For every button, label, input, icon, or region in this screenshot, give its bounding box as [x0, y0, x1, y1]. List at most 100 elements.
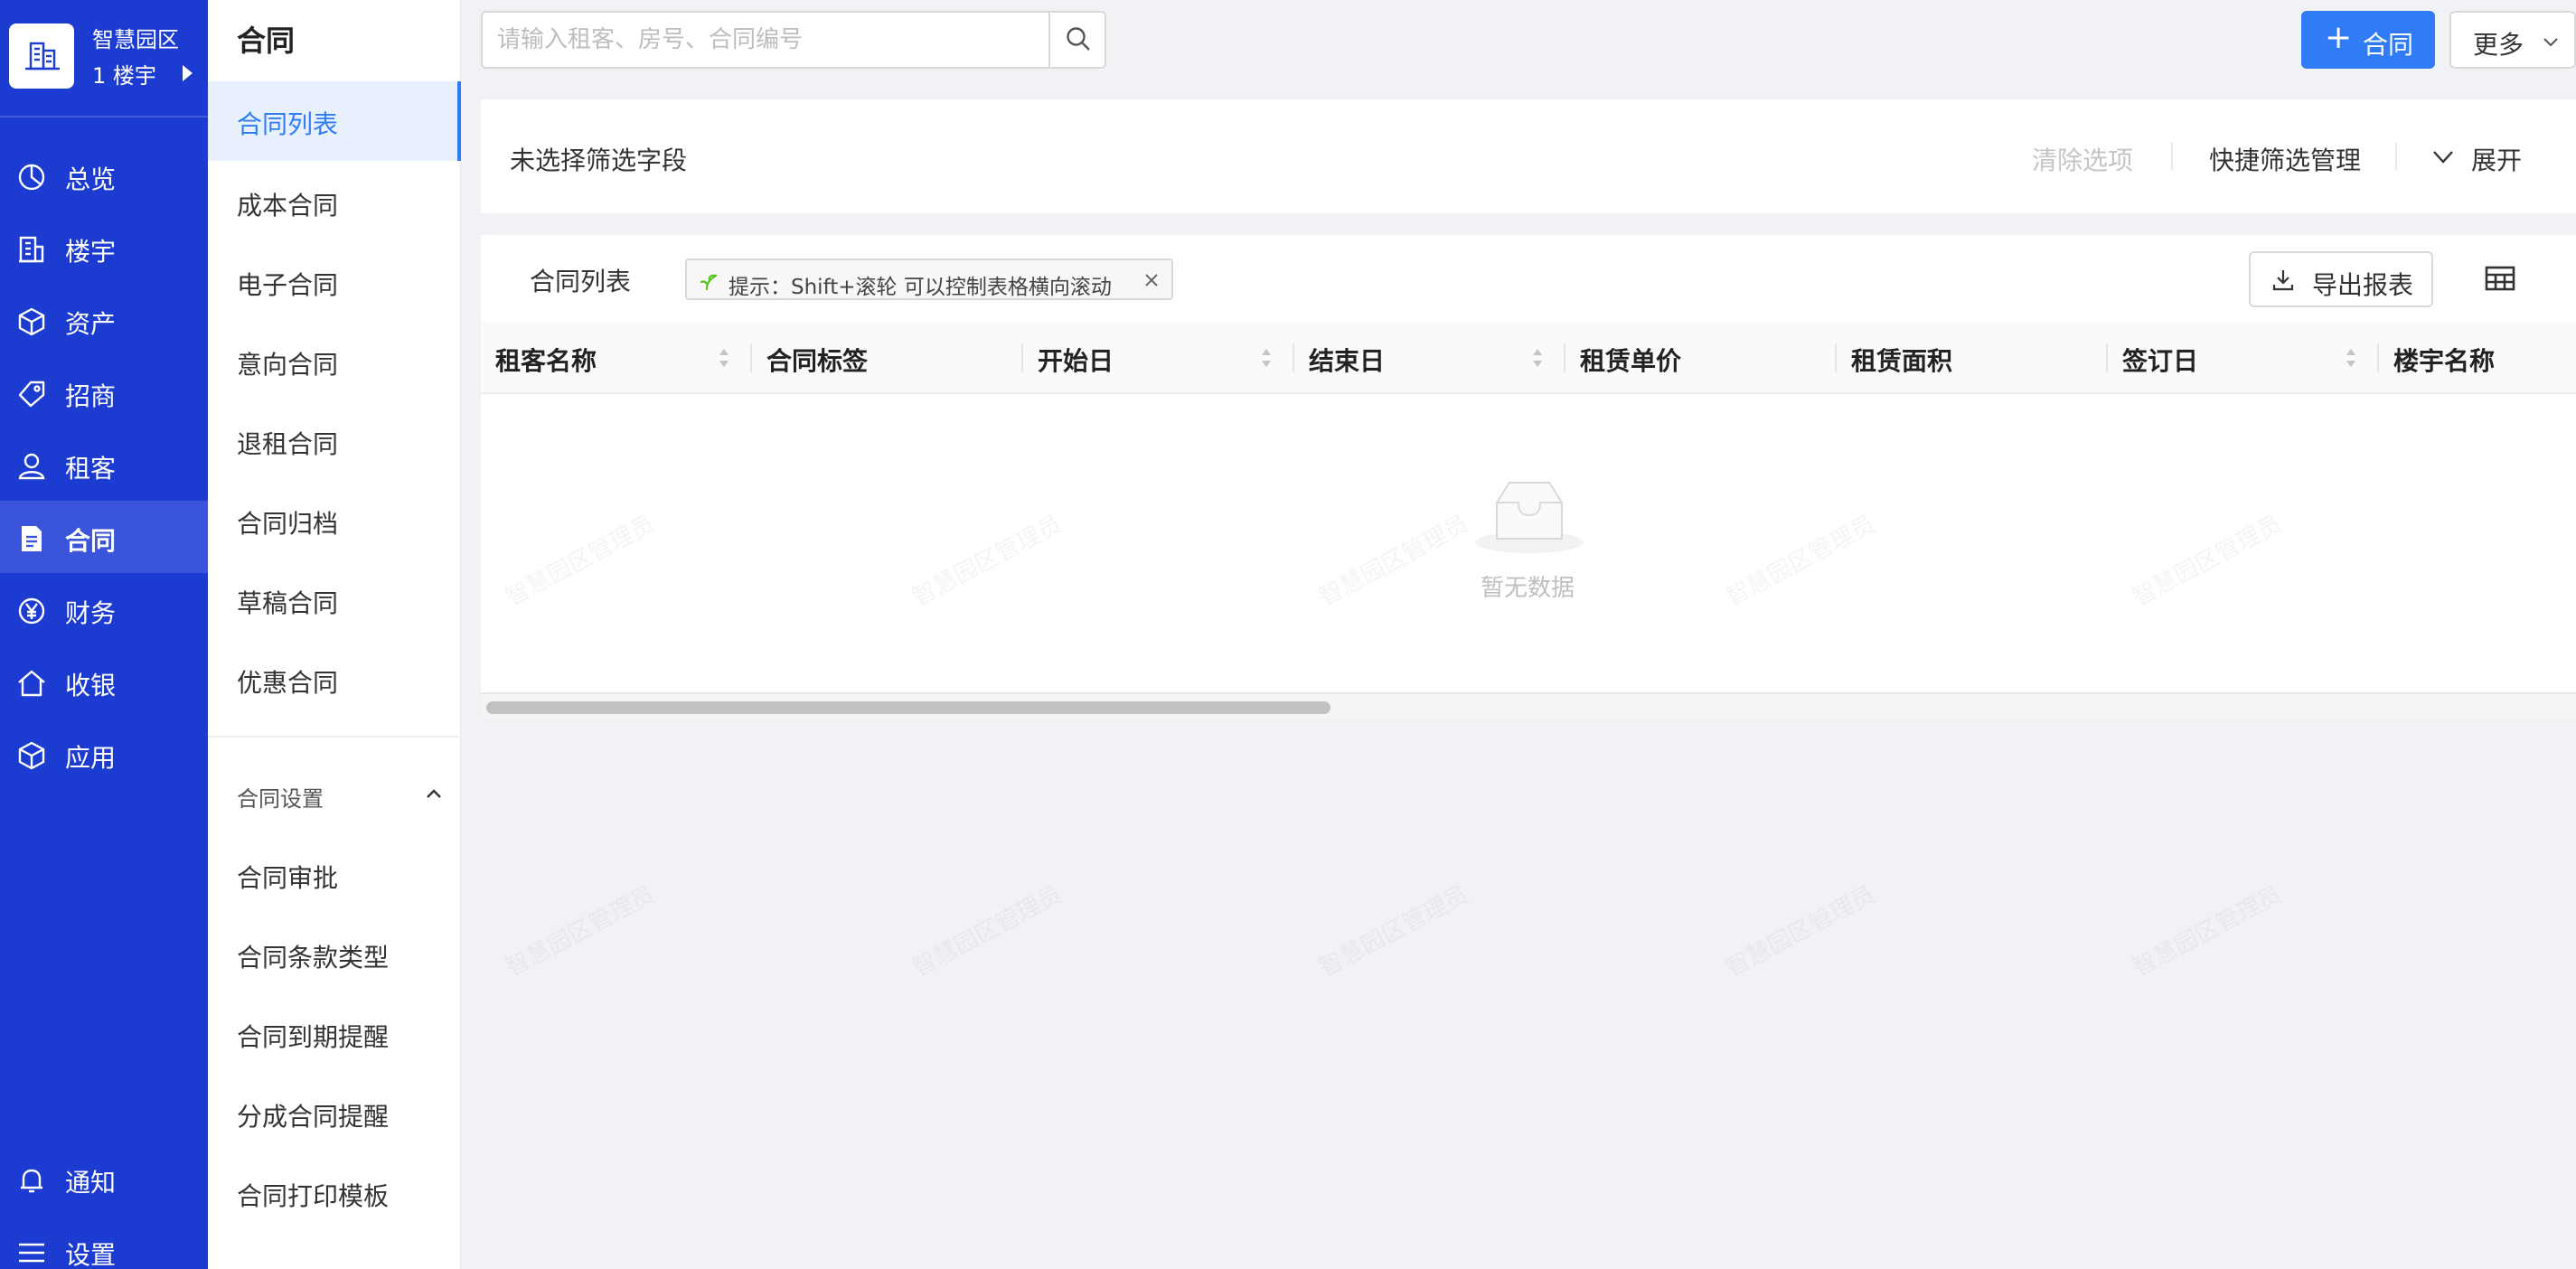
box-icon — [16, 306, 47, 337]
submenu-item-intent-contract[interactable]: 意向合同 — [208, 322, 461, 401]
nav-label: 财务 — [65, 598, 117, 628]
submenu-label: 分成合同提醒 — [237, 1102, 390, 1132]
export-report-button[interactable]: 导出报表 — [2249, 251, 2433, 307]
sort-icon[interactable] — [2345, 345, 2357, 371]
search-input[interactable] — [483, 13, 1050, 67]
submenu-item-contract-archive[interactable]: 合同归档 — [208, 481, 461, 560]
caret-right-icon — [183, 65, 193, 81]
chevron-down-icon[interactable] — [2431, 148, 2455, 170]
tip-text: 提示：Shift+滚轮 可以控制表格横向滚动 — [729, 276, 1112, 299]
submenu-label: 意向合同 — [237, 350, 339, 380]
column-header-building-name[interactable]: 楼宇名称 — [2379, 322, 2576, 394]
column-label: 合同标签 — [766, 346, 869, 376]
nav-item-assets[interactable]: 资产 — [0, 284, 208, 356]
submenu-divider — [208, 736, 461, 738]
column-label: 签订日 — [2122, 346, 2199, 376]
filter-bar: 未选择筛选字段 清除选项 快捷筛选管理 展开 — [481, 99, 2576, 213]
chevron-up-icon[interactable] — [423, 783, 445, 804]
filter-empty-text: 未选择筛选字段 — [510, 146, 688, 175]
nav-label: 总览 — [65, 164, 117, 194]
add-contract-button[interactable]: + 合同 — [2301, 11, 2435, 69]
submenu-label: 成本合同 — [237, 191, 339, 221]
more-label: 更多 — [2473, 30, 2524, 60]
brand-switcher[interactable]: 智慧园区 1 楼宇 — [0, 0, 208, 118]
submenu-item-revenue-share-reminder[interactable]: 分成合同提醒 — [208, 1074, 461, 1153]
submenu-group-title[interactable]: 合同设置 — [237, 781, 324, 813]
nav-item-contracts[interactable]: 合同 — [0, 501, 208, 573]
search-box — [481, 11, 1106, 69]
column-header-sign-date[interactable]: 签订日 — [2108, 322, 2379, 394]
column-header-unit-price[interactable]: 租赁单价 — [1565, 322, 1837, 394]
tag-icon — [16, 379, 47, 409]
main-nav: 智慧园区 1 楼宇 总览 楼宇 资产 招商 租客 合同 财务 收银 应用 通知 — [0, 0, 208, 1269]
column-header-end-date[interactable]: 结束日 — [1294, 322, 1565, 394]
nav-item-notifications[interactable]: 通知 — [0, 1142, 208, 1215]
plus-icon: + — [2325, 19, 2353, 56]
column-header-contract-tag[interactable]: 合同标签 — [752, 322, 1023, 394]
watermark: 智慧园区管理员 — [1721, 880, 1880, 982]
submenu-item-expiry-reminder[interactable]: 合同到期提醒 — [208, 994, 461, 1074]
nav-item-finance[interactable]: 财务 — [0, 573, 208, 645]
submenu-label: 合同审批 — [237, 863, 339, 893]
submenu-item-discount-contract[interactable]: 优惠合同 — [208, 640, 461, 719]
expand-filter-button[interactable]: 展开 — [2471, 141, 2522, 177]
submenu-item-contract-approval[interactable]: 合同审批 — [208, 835, 461, 915]
building-icon — [16, 234, 47, 265]
sort-icon[interactable] — [1260, 345, 1273, 371]
horizontal-scrollbar[interactable] — [481, 692, 2576, 719]
bell-icon — [16, 1165, 47, 1196]
menu-icon — [16, 1237, 47, 1268]
submenu-label: 合同条款类型 — [237, 943, 390, 973]
nav-label: 收银 — [65, 671, 117, 700]
sort-icon[interactable] — [718, 345, 730, 371]
empty-state-text: 暂无数据 — [1481, 575, 1575, 602]
building-name: 1 楼宇 — [92, 63, 156, 89]
submenu-item-cost-contract[interactable]: 成本合同 — [208, 163, 461, 242]
nav-label: 租客 — [65, 454, 117, 484]
column-label: 租赁单价 — [1580, 346, 1682, 376]
submenu-item-print-template[interactable]: 合同打印模板 — [208, 1153, 461, 1233]
scroll-tip-banner: 提示：Shift+滚轮 可以控制表格横向滚动 — [685, 258, 1173, 300]
sort-icon[interactable] — [1531, 345, 1544, 371]
nav-item-leasing[interactable]: 招商 — [0, 356, 208, 428]
column-header-start-date[interactable]: 开始日 — [1023, 322, 1294, 394]
submenu-item-draft-contract[interactable]: 草稿合同 — [208, 560, 461, 640]
submenu-title: 合同 — [237, 24, 296, 58]
submenu-item-e-contract[interactable]: 电子合同 — [208, 242, 461, 322]
yen-icon — [16, 596, 47, 626]
quick-filter-manage-button[interactable]: 快捷筛选管理 — [2209, 141, 2361, 177]
close-icon[interactable] — [1141, 269, 1162, 291]
search-button[interactable] — [1048, 13, 1105, 67]
building-logo-icon — [9, 24, 74, 89]
table-header: 租客名称 合同标签 开始日 结束日 租赁单价 租赁面积 签订日 楼宇名称 — [481, 322, 2576, 394]
scrollbar-thumb[interactable] — [486, 701, 1330, 714]
nav-item-overview[interactable]: 总览 — [0, 139, 208, 212]
submenu-item-termination-contract[interactable]: 退租合同 — [208, 401, 461, 481]
export-label: 导出报表 — [2312, 270, 2414, 300]
nav-item-building[interactable]: 楼宇 — [0, 212, 208, 284]
nav-label: 通知 — [65, 1168, 117, 1198]
column-header-lease-area[interactable]: 租赁面积 — [1837, 322, 2108, 394]
column-settings-icon[interactable] — [2484, 262, 2516, 295]
nav-item-apps[interactable]: 应用 — [0, 718, 208, 790]
column-label: 开始日 — [1038, 346, 1114, 376]
nav-item-tenants[interactable]: 租客 — [0, 428, 208, 501]
divider — [2171, 143, 2173, 170]
nav-label: 招商 — [65, 381, 117, 411]
column-header-tenant-name[interactable]: 租客名称 — [481, 322, 752, 394]
divider — [2395, 143, 2397, 170]
submenu-item-clause-types[interactable]: 合同条款类型 — [208, 915, 461, 994]
submenu-label: 合同列表 — [237, 109, 339, 139]
cube-icon — [16, 740, 47, 771]
sprout-icon — [700, 271, 721, 295]
submenu-label: 优惠合同 — [237, 668, 339, 698]
more-dropdown-button[interactable]: 更多 — [2449, 11, 2576, 69]
nav-label: 设置 — [65, 1240, 117, 1269]
submenu-label: 合同归档 — [237, 509, 339, 539]
nav-item-settings[interactable]: 设置 — [0, 1215, 208, 1269]
nav-item-cashier[interactable]: 收银 — [0, 645, 208, 718]
clear-filter-button[interactable]: 清除选项 — [2032, 141, 2133, 177]
park-name: 智慧园区 — [92, 27, 179, 52]
submenu-item-contract-list[interactable]: 合同列表 — [208, 81, 461, 161]
submenu-label: 合同打印模板 — [237, 1181, 390, 1211]
